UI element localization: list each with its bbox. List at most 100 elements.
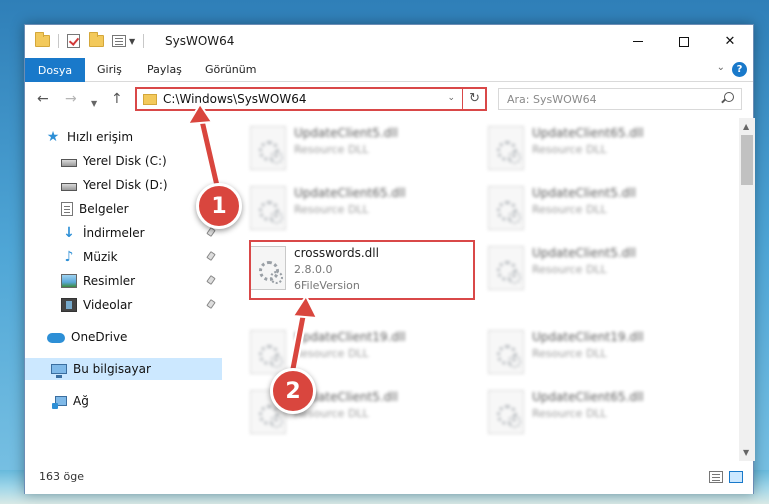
file-item[interactable]: UpdateClient5.dll Resource DLL — [484, 244, 714, 294]
forward-arrow-icon[interactable]: → — [65, 90, 77, 108]
ribbon-tabs: Dosya Giriş Paylaş Görünüm ⌄ ? — [25, 58, 753, 82]
file-item[interactable]: UpdateClient5.dll Resource DLL — [484, 184, 714, 234]
scroll-up-icon[interactable]: ▲ — [743, 122, 749, 131]
file-item[interactable]: UpdateClient19.dll Resource DLL — [484, 328, 714, 378]
item-count: 163 öge — [39, 470, 84, 483]
tab-file[interactable]: Dosya — [25, 58, 85, 82]
search-box[interactable] — [498, 88, 742, 110]
dll-file-icon — [488, 246, 524, 290]
dll-file-icon — [250, 330, 286, 374]
large-icons-view-icon[interactable] — [729, 471, 743, 483]
drive-icon — [61, 158, 77, 167]
file-item[interactable]: UpdateClient65.dll Resource DLL — [246, 184, 476, 234]
videos-icon — [61, 298, 77, 312]
sidebar-item-label: İndirmeler — [83, 226, 145, 240]
details-view-icon[interactable] — [709, 471, 723, 483]
dll-file-icon — [488, 330, 524, 374]
toolbar-separator — [58, 34, 59, 48]
file-name: UpdateClient5.dll — [532, 246, 636, 260]
file-name: UpdateClient65.dll — [532, 390, 644, 404]
chevron-down-icon[interactable]: ▼ — [129, 37, 135, 46]
dll-file-icon — [250, 186, 286, 230]
sidebar-item-quick-access[interactable]: ★ Hızlı erişim — [25, 126, 222, 148]
scrollbar-thumb[interactable] — [741, 135, 753, 185]
address-dropdown-icon[interactable]: ⌄ — [447, 93, 455, 103]
sidebar-item-documents[interactable]: Belgeler — [25, 198, 222, 220]
sidebar-item-pictures[interactable]: Resimler — [25, 270, 222, 292]
sidebar-item-local-disk-c[interactable]: Yerel Disk (C:) — [25, 150, 222, 172]
star-icon: ★ — [46, 129, 60, 145]
sidebar-item-label: Yerel Disk (C:) — [83, 154, 167, 168]
up-arrow-icon[interactable]: ↑ — [111, 90, 123, 108]
file-type: Resource DLL — [532, 347, 607, 360]
tab-view[interactable]: Görünüm — [205, 58, 256, 82]
sidebar-item-label: Yerel Disk (D:) — [83, 178, 168, 192]
search-input[interactable] — [507, 92, 707, 106]
sidebar-item-label: Resimler — [83, 274, 136, 288]
pin-icon[interactable] — [206, 299, 216, 309]
refresh-icon[interactable]: ↻ — [469, 91, 480, 106]
callout-2: 2 — [270, 368, 316, 414]
sidebar-item-downloads[interactable]: ↓ İndirmeler — [25, 222, 222, 244]
properties-check-icon[interactable] — [67, 34, 80, 48]
toolbar-separator — [143, 34, 145, 48]
properties-icon[interactable] — [112, 35, 126, 47]
network-icon — [52, 396, 67, 409]
sidebar-item-label: Belgeler — [79, 202, 129, 216]
tab-home[interactable]: Giriş — [97, 58, 122, 82]
cloud-icon — [47, 333, 65, 343]
pin-icon[interactable] — [206, 275, 216, 285]
close-button[interactable]: ✕ — [707, 25, 753, 58]
window-title: SysWOW64 — [165, 34, 235, 48]
navigation-bar: ← → ▼ ↑ C:\Windows\SysWOW64 ⌄ ↻ — [25, 82, 753, 118]
recent-locations-icon[interactable]: ▼ — [91, 94, 97, 112]
sidebar-item-this-pc[interactable]: Bu bilgisayar — [25, 358, 222, 380]
title-bar: ▼ SysWOW64 ✕ — [25, 25, 753, 58]
drive-icon — [61, 182, 77, 191]
help-icon[interactable]: ? — [732, 62, 747, 77]
download-icon: ↓ — [63, 225, 75, 241]
dll-file-icon — [488, 126, 524, 170]
sidebar-item-label: Hızlı erişim — [67, 130, 134, 144]
back-arrow-icon[interactable]: ← — [37, 90, 49, 108]
sidebar-item-network[interactable]: Ağ — [25, 390, 222, 412]
status-bar: 163 öge — [25, 461, 753, 494]
address-bar[interactable]: C:\Windows\SysWOW64 ⌄ ↻ — [135, 87, 487, 111]
file-name: UpdateClient5.dll — [294, 126, 398, 140]
folder-icon — [143, 94, 157, 105]
search-icon[interactable] — [724, 92, 734, 102]
minimize-icon — [633, 41, 643, 42]
file-item[interactable]: UpdateClient65.dll Resource DLL — [484, 124, 714, 174]
file-type: Resource DLL — [532, 203, 607, 216]
file-type: Resource DLL — [294, 143, 369, 156]
sidebar-item-label: Bu bilgisayar — [73, 362, 151, 376]
vertical-scrollbar[interactable]: ▲ ▼ — [739, 118, 755, 461]
address-path[interactable]: C:\Windows\SysWOW64 — [163, 92, 307, 106]
sidebar-item-label: OneDrive — [71, 330, 128, 344]
minimize-button[interactable] — [615, 25, 661, 58]
sidebar-item-music[interactable]: ♪ Müzik — [25, 246, 222, 268]
music-icon: ♪ — [64, 249, 74, 265]
dll-file-icon — [250, 126, 286, 170]
tab-share[interactable]: Paylaş — [147, 58, 182, 82]
maximize-button[interactable] — [661, 25, 707, 58]
sidebar-item-videos[interactable]: Videolar — [25, 294, 222, 316]
sidebar-item-onedrive[interactable]: OneDrive — [25, 326, 222, 348]
sidebar-item-label: Müzik — [83, 250, 118, 264]
file-item[interactable]: UpdateClient65.dll Resource DLL — [484, 388, 714, 438]
scroll-down-icon[interactable]: ▼ — [743, 448, 749, 457]
file-name: UpdateClient19.dll — [294, 330, 406, 344]
callout-1: 1 — [196, 183, 242, 229]
sidebar-item-label: Ağ — [73, 394, 89, 408]
pin-icon[interactable] — [206, 251, 216, 261]
file-item[interactable]: UpdateClient5.dll Resource DLL — [246, 124, 476, 174]
file-type: Resource DLL — [294, 203, 369, 216]
quick-access-toolbar: ▼ — [35, 32, 152, 48]
new-folder-icon[interactable] — [89, 32, 104, 47]
sidebar-item-local-disk-d[interactable]: Yerel Disk (D:) — [25, 174, 222, 196]
ribbon-expand-icon[interactable]: ⌄ — [717, 62, 725, 73]
pictures-icon — [61, 274, 77, 288]
file-name: UpdateClient19.dll — [532, 330, 644, 344]
computer-icon — [51, 364, 67, 378]
dll-file-icon — [488, 186, 524, 230]
